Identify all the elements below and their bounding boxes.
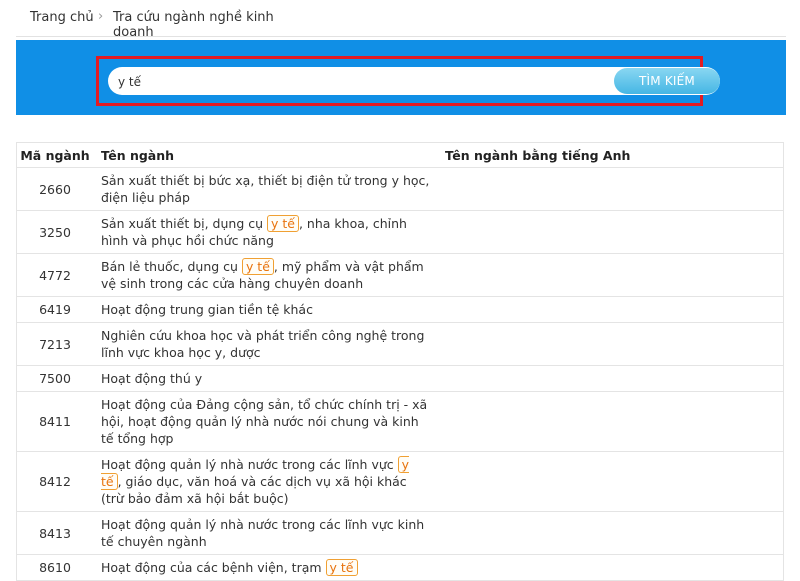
row-english-name	[439, 511, 784, 555]
header-name: Tên ngành	[93, 142, 439, 168]
table-row[interactable]: 6419 Hoạt động trung gian tiền tệ khác	[16, 296, 784, 323]
search-match-highlight: y tế	[101, 456, 410, 490]
row-name: Hoạt động quản lý nhà nước trong các lĩn…	[93, 451, 439, 512]
search-match-highlight: y tế	[325, 559, 358, 576]
row-name: Hoạt động của Đảng cộng sản, tổ chức chí…	[93, 391, 439, 452]
table-row[interactable]: 8412 Hoạt động quản lý nhà nước trong các…	[16, 451, 784, 512]
row-english-name	[439, 451, 784, 512]
row-code: 7213	[16, 322, 93, 366]
table-row[interactable]: 7500 Hoạt động thú y	[16, 365, 784, 392]
table-row[interactable]: 2660 Sản xuất thiết bị bức xạ, thiết bị đ…	[16, 167, 784, 211]
table-row[interactable]: 4772 Bán lẻ thuốc, dụng cụ y tế, mỹ phẩm …	[16, 253, 784, 297]
header-code: Mã ngành	[16, 142, 93, 168]
row-english-name	[439, 391, 784, 452]
search-input[interactable]	[116, 71, 610, 93]
results-table: Mã ngành Tên ngành Tên ngành bằng tiếng …	[16, 142, 784, 581]
row-code: 8411	[16, 391, 93, 452]
row-code: 6419	[16, 296, 93, 323]
row-code: 8413	[16, 511, 93, 555]
row-english-name	[439, 253, 784, 297]
row-english-name	[439, 554, 784, 581]
search-box: TÌM KIẾM	[108, 67, 720, 95]
search-match-highlight: y tế	[267, 215, 299, 232]
table-row[interactable]: 3250 Sản xuất thiết bị, dụng cụ y tế, nha…	[16, 210, 784, 254]
table-row[interactable]: 7213 Nghiên cứu khoa học và phát triển cô…	[16, 322, 784, 366]
table-row[interactable]: 8610 Hoạt động của các bệnh viện, trạm y …	[16, 554, 784, 581]
header-english-name: Tên ngành bằng tiếng Anh	[439, 142, 784, 168]
search-button[interactable]: TÌM KIẾM	[614, 68, 720, 94]
row-code: 8610	[16, 554, 93, 581]
row-code: 4772	[16, 253, 93, 297]
row-name: Bán lẻ thuốc, dụng cụ y tế, mỹ phẩm và v…	[93, 253, 439, 297]
table-row[interactable]: 8411 Hoạt động của Đảng cộng sản, tổ chức…	[16, 391, 784, 452]
search-match-highlight: y tế	[241, 258, 274, 275]
row-code: 8412	[16, 451, 93, 512]
row-code: 3250	[16, 210, 93, 254]
row-name: Hoạt động trung gian tiền tệ khác	[93, 296, 439, 323]
row-name: Nghiên cứu khoa học và phát triển công n…	[93, 322, 439, 366]
row-name: Hoạt động của các bệnh viện, trạm y tế	[93, 554, 439, 581]
row-name: Hoạt động quản lý nhà nước trong các lĩn…	[93, 511, 439, 555]
breadcrumb-home-link[interactable]: Trang chủ	[30, 10, 94, 25]
row-english-name	[439, 296, 784, 323]
table-header-row: Mã ngành Tên ngành Tên ngành bằng tiếng …	[16, 142, 784, 168]
row-english-name	[439, 210, 784, 254]
table-row[interactable]: 8413 Hoạt động quản lý nhà nước trong các…	[16, 511, 784, 555]
breadcrumb-separator-icon: ›	[98, 9, 104, 24]
row-english-name	[439, 365, 784, 392]
row-english-name	[439, 167, 784, 211]
row-name: Sản xuất thiết bị, dụng cụ y tế, nha kho…	[93, 210, 439, 254]
row-code: 7500	[16, 365, 93, 392]
results-body: 2660 Sản xuất thiết bị bức xạ, thiết bị đ…	[16, 167, 784, 581]
row-name: Sản xuất thiết bị bức xạ, thiết bị điện …	[93, 167, 439, 211]
breadcrumb: Trang chủ › Tra cứu ngành nghề kinh doan…	[16, 0, 786, 50]
row-english-name	[439, 322, 784, 366]
row-code: 2660	[16, 167, 93, 211]
row-name: Hoạt động thú y	[93, 365, 439, 392]
